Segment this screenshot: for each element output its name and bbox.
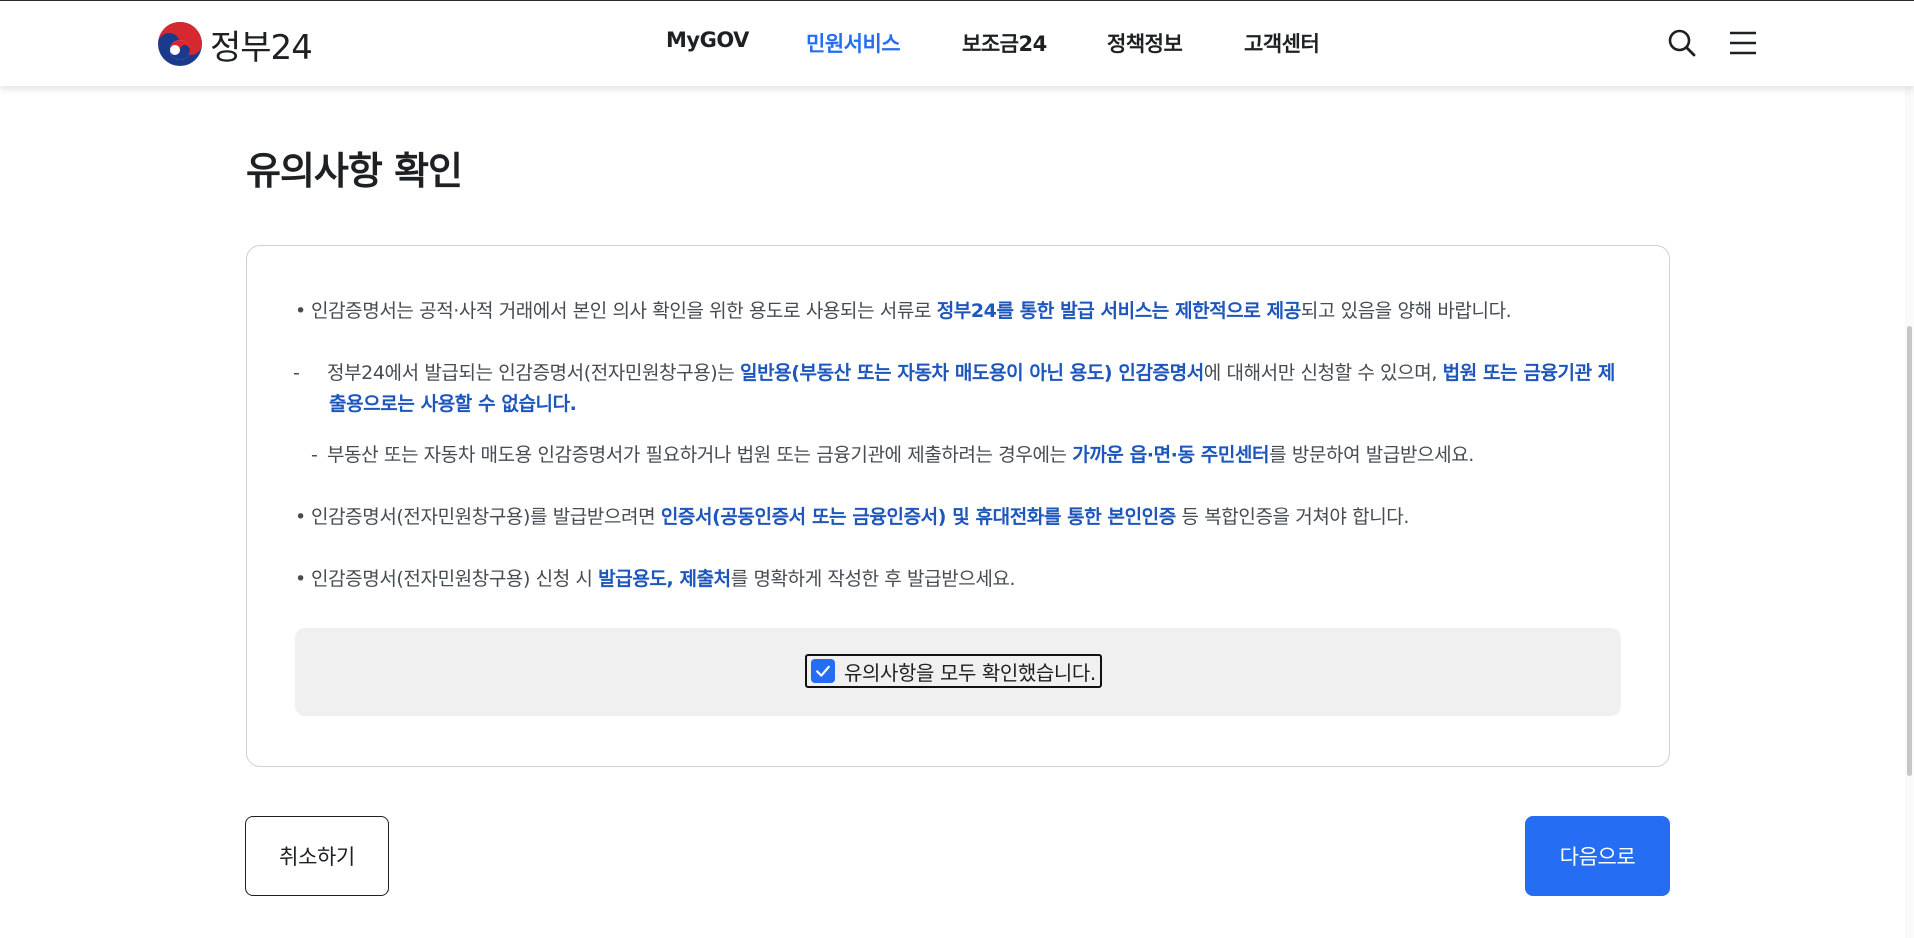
notice-text: 인감증명서(전자민원창구용)를 발급받으려면 bbox=[311, 506, 661, 528]
global-header: 정부24 MyGOV 민원서비스 보조금24 정책정보 고객센터 bbox=[0, 1, 1914, 86]
bullet: • bbox=[295, 300, 306, 322]
notice-text: 부동산 또는 자동차 매도용 인감증명서가 필요하거나 법원 또는 금융기관에 … bbox=[327, 444, 1073, 466]
checkmark-icon bbox=[816, 665, 830, 677]
hamburger-menu-icon bbox=[1730, 31, 1756, 55]
nav-item-policy-info[interactable]: 정책정보 bbox=[1107, 28, 1183, 58]
bullet: • bbox=[295, 506, 306, 528]
confirm-checkbox[interactable]: 유의사항을 모두 확인했습니다. bbox=[805, 654, 1102, 688]
dash: - bbox=[293, 362, 300, 384]
notice-text: 를 방문하여 발급받으세요. bbox=[1269, 444, 1474, 466]
dash: - bbox=[311, 444, 318, 466]
notice-text: 인감증명서(전자민원창구용) 신청 시 bbox=[311, 568, 599, 590]
search-button[interactable] bbox=[1666, 27, 1698, 59]
notice-text: 에 대해서만 신청할 수 있으며, bbox=[1203, 362, 1443, 384]
notice-text: 정부24에서 발급되는 인감증명서(전자민원창구용)는 bbox=[327, 362, 741, 384]
main-content: 유의사항 확인 • 인감증명서는 공적·사적 거래에서 본인 의사 확인을 위한 … bbox=[0, 86, 1914, 938]
all-menu-button[interactable] bbox=[1727, 27, 1759, 59]
notice-sub-item: - 정부24에서 발급되는 인감증명서(전자민원창구용)는 일반용(부동산 또는 … bbox=[293, 358, 1627, 420]
notice-text: 되고 있음을 양해 바랍니다. bbox=[1300, 300, 1512, 322]
site-logo[interactable]: 정부24 bbox=[156, 19, 313, 69]
next-button[interactable]: 다음으로 bbox=[1525, 816, 1670, 896]
cancel-button[interactable]: 취소하기 bbox=[245, 816, 389, 896]
nav-item-civil-services[interactable]: 민원서비스 bbox=[806, 28, 901, 58]
notice-emphasis: 발급용도, 제출처 bbox=[598, 568, 731, 590]
notice-emphasis: 가까운 읍·면·동 주민센터 bbox=[1072, 444, 1270, 466]
notice-sub-item: - 부동산 또는 자동차 매도용 인감증명서가 필요하거나 법원 또는 금융기관에… bbox=[311, 440, 1474, 471]
notice-emphasis: 인증서(공동인증서 또는 금융인증서) 및 휴대전화를 통한 본인인증 bbox=[660, 506, 1176, 528]
nav-item-customer-center[interactable]: 고객센터 bbox=[1244, 28, 1320, 58]
scrollbar-thumb[interactable] bbox=[1907, 326, 1912, 776]
nav-item-mygov[interactable]: MyGOV bbox=[666, 28, 749, 52]
checkbox-checked-icon[interactable] bbox=[811, 659, 835, 683]
page-title: 유의사항 확인 bbox=[246, 149, 463, 193]
notice-item: • 인감증명서(전자민원창구용)를 발급받으려면 인증서(공동인증서 또는 금융인… bbox=[295, 502, 1409, 533]
nav-item-subsidy24[interactable]: 보조금24 bbox=[962, 28, 1047, 58]
notice-emphasis: 정부24를 통한 발급 서비스는 제한적으로 제공 bbox=[936, 300, 1302, 322]
notice-text: 인감증명서는 공적·사적 거래에서 본인 의사 확인을 위한 용도로 사용되는 … bbox=[311, 300, 937, 322]
search-icon bbox=[1668, 29, 1696, 57]
notice-box: • 인감증명서는 공적·사적 거래에서 본인 의사 확인을 위한 용도로 사용되는… bbox=[246, 245, 1670, 767]
notice-emphasis: 일반용(부동산 또는 자동차 매도용이 아닌 용도) 인감증명서 bbox=[740, 362, 1204, 384]
taegeuk-logo-icon bbox=[158, 22, 202, 66]
confirm-checkbox-label[interactable]: 유의사항을 모두 확인했습니다. bbox=[844, 657, 1096, 686]
bullet: • bbox=[295, 568, 306, 590]
confirm-area: 유의사항을 모두 확인했습니다. bbox=[295, 628, 1621, 716]
notice-text: 를 명확하게 작성한 후 발급받으세요. bbox=[730, 568, 1016, 590]
notice-item: • 인감증명서(전자민원창구용) 신청 시 발급용도, 제출처를 명확하게 작성한… bbox=[295, 564, 1016, 595]
notice-text: 등 복합인증을 거쳐야 합니다. bbox=[1175, 506, 1410, 528]
scrollbar[interactable] bbox=[1905, 86, 1914, 938]
notice-item: • 인감증명서는 공적·사적 거래에서 본인 의사 확인을 위한 용도로 사용되는… bbox=[295, 296, 1512, 327]
logo-text: 정부24 bbox=[210, 27, 313, 68]
